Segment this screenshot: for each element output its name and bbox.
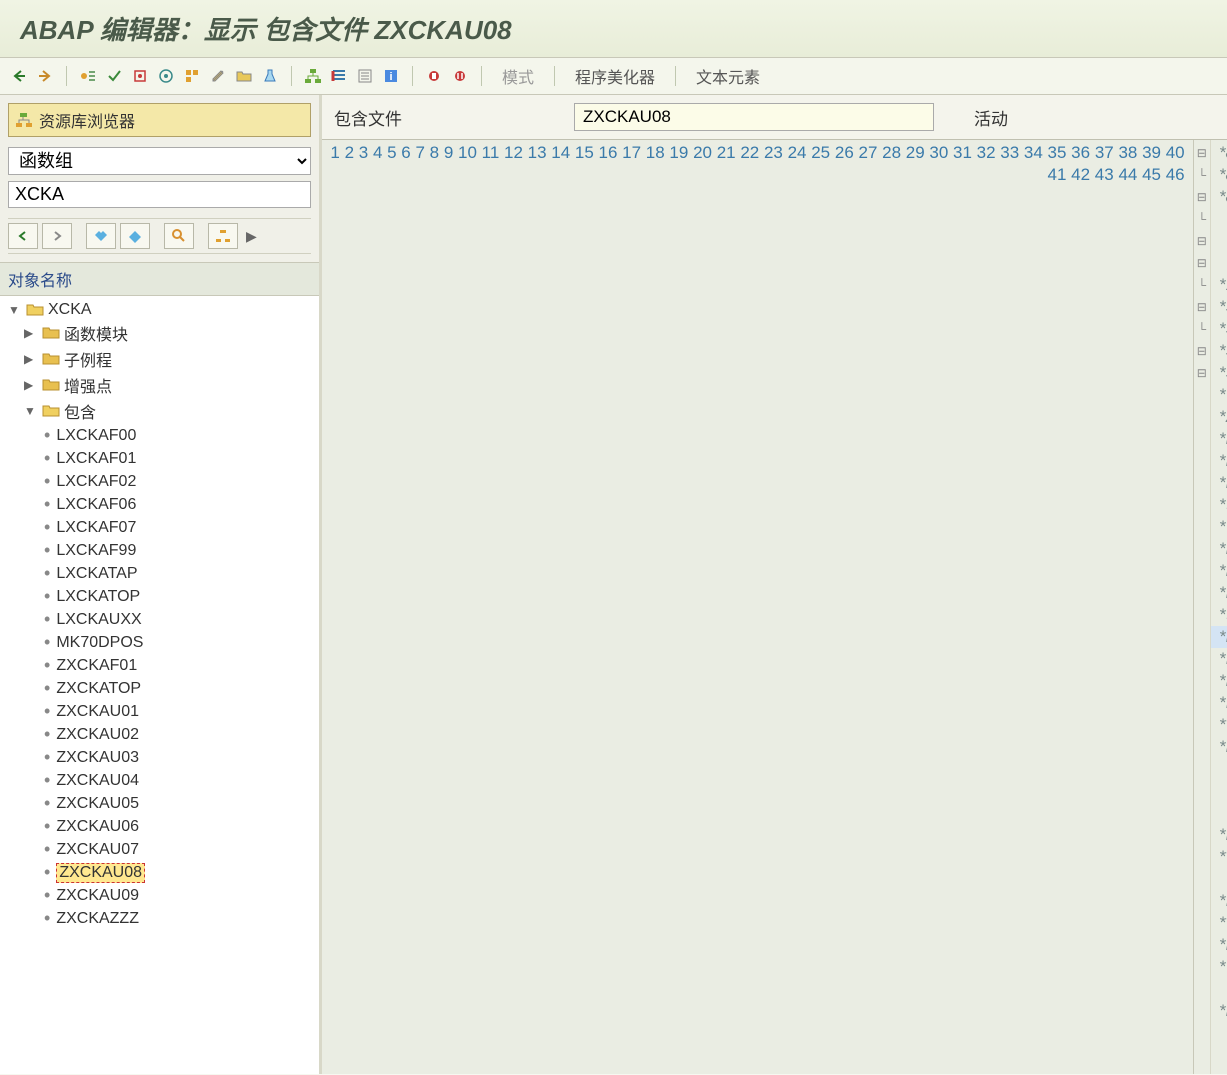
tree-leaf[interactable]: •LXCKAF99 — [0, 539, 319, 562]
code-editor[interactable]: 1 2 3 4 5 6 7 8 9 10 11 12 13 14 15 16 1… — [322, 139, 1227, 1074]
pretty-printer-button[interactable]: 程序美化器 — [565, 64, 665, 88]
tree-leaf[interactable]: •ZXCKAU01 — [0, 700, 319, 723]
tree-leaf[interactable]: •LXCKAF02 — [0, 470, 319, 493]
execute-icon[interactable] — [155, 65, 177, 87]
include-name-field[interactable] — [574, 103, 934, 131]
tree-root[interactable]: ▼XCKA — [0, 300, 319, 320]
tree-leaf[interactable]: •ZXCKAF01 — [0, 654, 319, 677]
bookmark-icon[interactable] — [120, 223, 150, 249]
fold-gutter[interactable]: ⊟ └ ⊟ └ ⊟ ⊟ └ ⊟ └ ⊟ ⊟ — [1194, 140, 1211, 1074]
object-tree[interactable]: ▼XCKA▶函数模块▶子例程▶增强点▼包含•LXCKAF00•LXCKAF01•… — [0, 296, 319, 1074]
where-used-icon[interactable] — [181, 65, 203, 87]
tree-folder[interactable]: ▼包含 — [0, 398, 319, 424]
repo-browser-title: 资源库浏览器 — [8, 103, 311, 137]
tree-leaf[interactable]: •ZXCKAU07 — [0, 838, 319, 861]
tree-folder[interactable]: ▶子例程 — [0, 346, 319, 372]
include-label: 包含文件 — [334, 105, 554, 130]
tree-leaf[interactable]: •ZXCKAU05 — [0, 792, 319, 815]
tree-leaf[interactable]: •LXCKAF01 — [0, 447, 319, 470]
nav-fwd-icon[interactable] — [42, 223, 72, 249]
more-icon[interactable]: ▶ — [246, 228, 257, 245]
tree-icon[interactable] — [208, 223, 238, 249]
tree-leaf[interactable]: •ZXCKAZZZ — [0, 907, 319, 930]
check-icon[interactable] — [103, 65, 125, 87]
tree-folder[interactable]: ▶函数模块 — [0, 320, 319, 346]
list-icon[interactable] — [354, 65, 376, 87]
breakpoint-ext-icon[interactable] — [449, 65, 471, 87]
activate-icon[interactable] — [129, 65, 151, 87]
tree-leaf[interactable]: •LXCKATAP — [0, 562, 319, 585]
object-type-select[interactable]: 函数组 — [8, 147, 311, 175]
forward-icon[interactable] — [34, 65, 56, 87]
test-icon[interactable] — [259, 65, 281, 87]
search-icon[interactable] — [164, 223, 194, 249]
nav-back-icon[interactable] — [8, 223, 38, 249]
object-name-input[interactable] — [8, 181, 311, 208]
window-title-bar: ABAP 编辑器：显示 包含文件 ZXCKAU08 — [0, 0, 1227, 58]
tree-leaf[interactable]: •LXCKATOP — [0, 585, 319, 608]
tree-leaf[interactable]: •ZXCKAU09 — [0, 884, 319, 907]
edit-icon[interactable] — [207, 65, 229, 87]
editor-info-bar: 包含文件 活动 — [322, 95, 1227, 139]
pattern-button[interactable]: 模式 — [492, 64, 544, 88]
back-icon[interactable] — [8, 65, 30, 87]
info-icon[interactable]: i — [380, 65, 402, 87]
tree-leaf[interactable]: •LXCKAF06 — [0, 493, 319, 516]
line-gutter: 1 2 3 4 5 6 7 8 9 10 11 12 13 14 15 16 1… — [322, 140, 1194, 1074]
hierarchy-icon — [15, 112, 33, 128]
favorite-icon[interactable] — [86, 223, 116, 249]
breakpoint-icon[interactable] — [423, 65, 445, 87]
tree-leaf[interactable]: •LXCKAUXX — [0, 608, 319, 631]
hierarchy-icon[interactable] — [302, 65, 324, 87]
tree-leaf[interactable]: •ZXCKAU03 — [0, 746, 319, 769]
tree-leaf[interactable]: •LXCKAF07 — [0, 516, 319, 539]
tree-leaf[interactable]: •ZXCKAU04 — [0, 769, 319, 792]
window-title: ABAP 编辑器：显示 包含文件 ZXCKAU08 — [20, 10, 1207, 47]
svg-text:i: i — [389, 71, 392, 83]
folder-icon[interactable] — [233, 65, 255, 87]
main-toolbar: i 模式 程序美化器 文本元素 — [0, 58, 1227, 95]
status-text: 活动 — [974, 105, 1008, 130]
indent-icon[interactable] — [328, 65, 350, 87]
tree-folder[interactable]: ▶增强点 — [0, 372, 319, 398]
text-elements-button[interactable]: 文本元素 — [686, 64, 770, 88]
display-toggle-icon[interactable] — [77, 65, 99, 87]
tree-leaf[interactable]: •ZXCKAU06 — [0, 815, 319, 838]
repository-browser-panel: 资源库浏览器 函数组 ▶ 对象名称 ▼XCKA▶函数模块▶子例程▶增强点▼包含•… — [0, 95, 322, 1074]
tree-leaf[interactable]: •ZXCKAU02 — [0, 723, 319, 746]
tree-leaf[interactable]: •MK70DPOS — [0, 631, 319, 654]
tree-header: 对象名称 — [0, 262, 319, 296]
tree-leaf[interactable]: •ZXCKAU08 — [0, 861, 319, 884]
tree-leaf[interactable]: •LXCKAF00 — [0, 424, 319, 447]
tree-leaf[interactable]: •ZXCKATOP — [0, 677, 319, 700]
code-area[interactable]: *&--------------------------------------… — [1211, 140, 1227, 1074]
